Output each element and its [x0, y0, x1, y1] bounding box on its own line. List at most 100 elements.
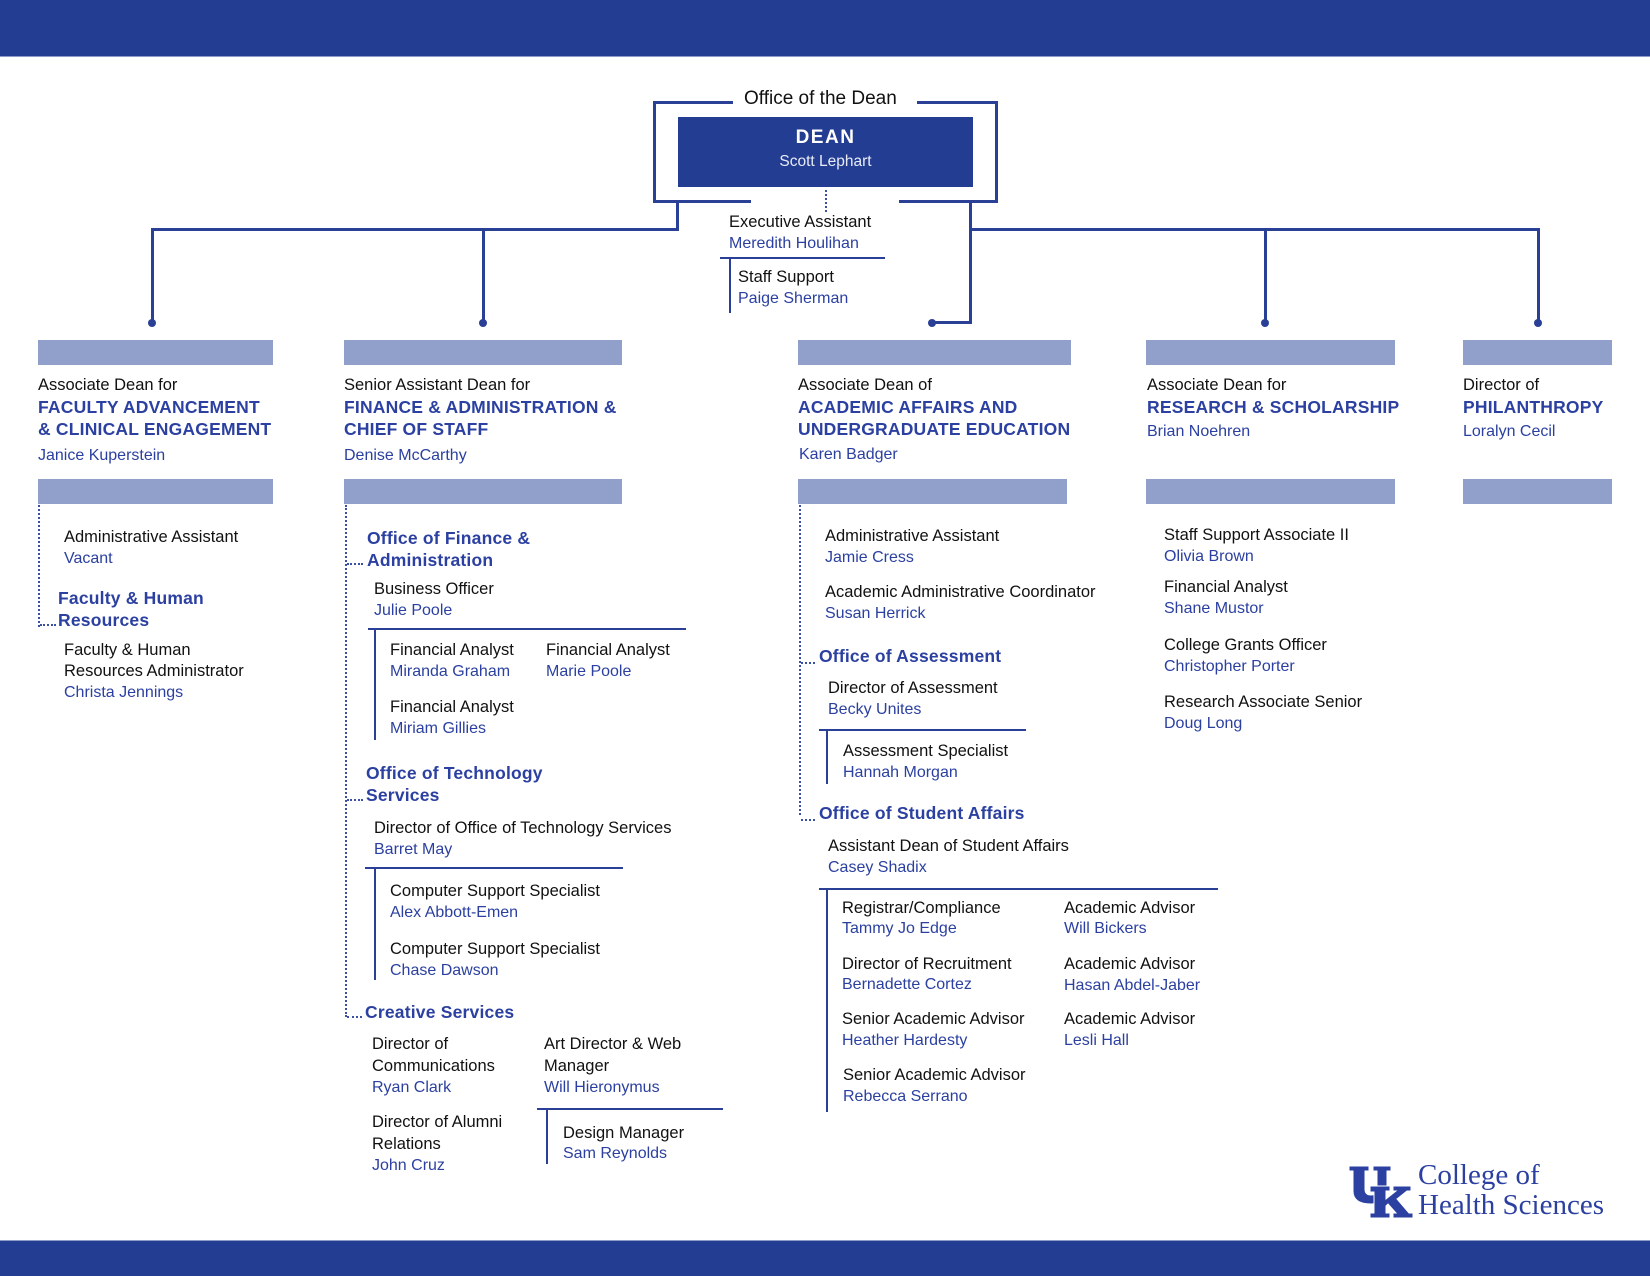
ofa-report-3-name: Miriam Gillies — [390, 720, 486, 737]
research-drop — [1264, 228, 1267, 323]
fhr-admin-name: Christa Jennings — [64, 684, 184, 701]
oa-report-line — [819, 729, 1026, 731]
faculty-title-2: & CLINICAL ENGAGEMENT — [38, 419, 272, 439]
osa-report-spine — [826, 889, 828, 1112]
frame-bottom-right — [899, 200, 998, 203]
academic-staff-2-role: Academic Administrative Coordinator — [825, 583, 1096, 601]
cs-staff-3-role-2: Relations — [372, 1135, 441, 1153]
academic-title-2: UNDERGRADUATE EDUCATION — [798, 419, 1071, 439]
frame-bottom-left — [653, 200, 751, 203]
finance-prefix: Senior Assistant Dean for — [344, 376, 531, 394]
research-staff-4-name: Doug Long — [1164, 715, 1243, 732]
ots-report-1-name: Alex Abbott-Emen — [390, 904, 519, 921]
ots-report-2-name: Chase Dawson — [390, 962, 499, 979]
frame-left — [653, 101, 656, 202]
ots-title-2: Services — [366, 785, 440, 805]
osa-report-line — [819, 888, 1218, 890]
osa-report-5-name: Heather Hardesty — [842, 1032, 968, 1049]
faculty-dotted-spine — [38, 505, 40, 627]
left-horizontal — [151, 228, 679, 231]
academic-dot — [928, 319, 936, 327]
dean-exec-connector — [825, 190, 827, 212]
ots-head-name: Barret May — [374, 841, 453, 858]
research-staff-4-role: Research Associate Senior — [1164, 693, 1363, 711]
oa-report-role: Assessment Specialist — [843, 742, 1009, 760]
faculty-prefix: Associate Dean for — [38, 376, 178, 394]
faculty-staff-name: Vacant — [64, 550, 113, 567]
osa-report-6-name: Lesli Hall — [1064, 1032, 1129, 1049]
academic-sub-bar — [798, 479, 1067, 504]
research-staff-2-role: Financial Analyst — [1164, 578, 1288, 596]
academic-dotted-spine — [799, 505, 801, 815]
exec-assistant-role: Executive Assistant — [729, 213, 872, 231]
cs-staff-1-role-2: Communications — [372, 1057, 495, 1075]
osa-title: Office of Student Affairs — [819, 803, 1025, 823]
osa-head-name: Casey Shadix — [828, 859, 927, 876]
left-stub — [676, 202, 679, 230]
uk-logo-icon — [1348, 1162, 1414, 1225]
ots-head-role: Director of Office of Technology Service… — [374, 819, 672, 837]
research-leader: Brian Noehren — [1147, 423, 1251, 440]
oa-title: Office of Assessment — [819, 646, 1002, 666]
logo-line-2: Health Sciences — [1418, 1189, 1605, 1221]
right-stub — [969, 202, 972, 324]
academic-staff-2-name: Susan Herrick — [825, 605, 926, 622]
research-staff-3-role: College Grants Officer — [1164, 636, 1327, 654]
ofa-title-2: Administration — [367, 550, 494, 570]
ots-report-1-role: Computer Support Specialist — [390, 882, 601, 900]
staff-support-connector — [729, 259, 731, 313]
academic-title-1: ACADEMIC AFFAIRS AND — [798, 397, 1018, 417]
ots-dots — [347, 799, 363, 801]
philanthropy-sub-bar — [1463, 479, 1612, 504]
cs-staff-3-role-1: Director of Alumni — [372, 1113, 503, 1131]
frame-top-left — [653, 101, 733, 104]
faculty-drop — [151, 228, 154, 323]
cs-report-spine — [546, 1109, 548, 1164]
osa-report-6-role: Academic Advisor — [1064, 1010, 1196, 1028]
academic-staff-1-name: Jamie Cress — [825, 549, 914, 566]
cs-staff-2-role-2: Manager — [544, 1057, 610, 1075]
research-staff-2-name: Shane Mustor — [1164, 600, 1264, 617]
academic-header-bar — [798, 340, 1071, 365]
finance-leader: Denise McCarthy — [344, 447, 467, 464]
philanthropy-leader: Loralyn Cecil — [1463, 423, 1556, 440]
dean-box[interactable]: DEAN Scott Lephart — [678, 117, 973, 187]
faculty-sub-bar — [38, 479, 273, 504]
staff-support-name: Paige Sherman — [738, 290, 849, 307]
frame-right — [995, 101, 998, 202]
osa-report-4-role: Academic Advisor — [1064, 955, 1196, 973]
research-header-bar — [1146, 340, 1395, 365]
oa-head-role: Director of Assessment — [828, 679, 998, 697]
cs-title: Creative Services — [365, 1002, 515, 1022]
cs-report-role: Design Manager — [563, 1124, 685, 1142]
faculty-title-1: FACULTY ADVANCEMENT — [38, 397, 260, 417]
ofa-report-3-role: Financial Analyst — [390, 698, 514, 716]
staff-support-role: Staff Support — [738, 268, 835, 286]
exec-assistant-name: Meredith Houlihan — [729, 235, 859, 252]
philanthropy-header-bar — [1463, 340, 1612, 365]
ofa-dots — [347, 563, 363, 565]
research-prefix: Associate Dean for — [1147, 376, 1287, 394]
fhr-title-2: Resources — [58, 610, 150, 630]
exec-underline — [720, 257, 885, 259]
ofa-report-line — [368, 628, 686, 630]
ofa-report-1-name: Miranda Graham — [390, 663, 511, 680]
research-sub-bar — [1146, 479, 1395, 504]
osa-report-2-role: Academic Advisor — [1064, 899, 1196, 917]
osa-dots — [801, 819, 815, 821]
fhr-admin-role-1: Faculty & Human — [64, 641, 191, 659]
research-staff-1-name: Olivia Brown — [1164, 548, 1254, 565]
oa-report-spine — [826, 730, 828, 784]
cs-staff-1-role-1: Director of — [372, 1035, 449, 1053]
faculty-staff-role: Administrative Assistant — [64, 528, 239, 546]
ofa-head-name: Julie Poole — [374, 602, 453, 619]
oa-report-name: Hannah Morgan — [843, 764, 958, 781]
ofa-head-role: Business Officer — [374, 580, 494, 598]
finance-header-bar — [344, 340, 622, 365]
philanthropy-drop — [1537, 228, 1540, 323]
ofa-report-2-name: Marie Poole — [546, 663, 632, 680]
ots-report-line — [365, 867, 623, 869]
fhr-dots — [40, 624, 56, 626]
academic-leader: Karen Badger — [799, 446, 898, 463]
fhr-admin-role-2: Resources Administrator — [64, 662, 244, 680]
